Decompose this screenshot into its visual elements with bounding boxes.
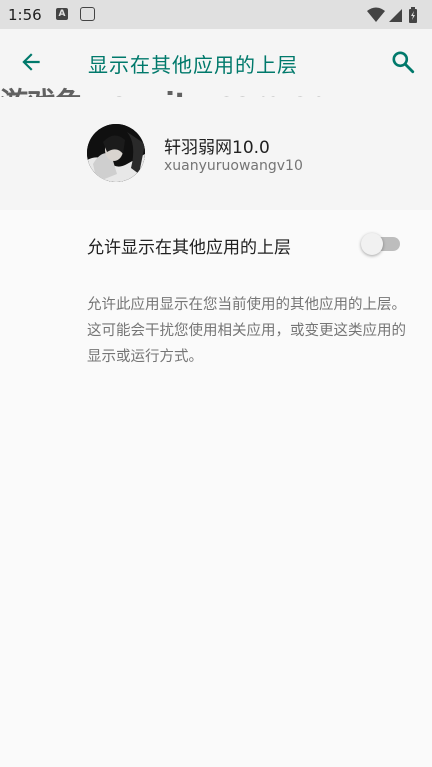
status-bar: 1:56 A [0, 0, 432, 29]
app-header: 轩羽弱网10.0 xuanyuruowangv10 [0, 97, 432, 210]
status-time: 1:56 [8, 6, 42, 24]
app-name: 轩羽弱网10.0 [164, 138, 270, 158]
notification-a-icon: A [56, 8, 68, 20]
page-title: 显示在其他应用的上层 [88, 53, 298, 77]
preference-summary: 允许此应用显示在您当前使用的其他应用的上层。这可能会干扰您使用相关应用，或变更这… [87, 297, 406, 365]
app-bar: 显示在其他应用的上层 游戏兔 youxitu.com.cn [0, 29, 432, 119]
app-avatar [87, 124, 145, 182]
allow-overlay-preference[interactable]: 允许显示在其他应用的上层 [0, 212, 432, 276]
wifi-icon [367, 7, 385, 22]
status-icons [367, 7, 417, 23]
battery-icon [409, 7, 417, 23]
back-arrow-icon[interactable] [18, 49, 44, 75]
overlay-toggle-switch[interactable] [361, 232, 401, 256]
preference-title: 允许显示在其他应用的上层 [87, 238, 291, 258]
notification-app-icon [80, 7, 95, 21]
signal-icon [389, 9, 402, 22]
switch-thumb [361, 233, 383, 255]
search-icon[interactable] [390, 49, 416, 75]
app-package-name: xuanyuruowangv10 [164, 158, 303, 174]
